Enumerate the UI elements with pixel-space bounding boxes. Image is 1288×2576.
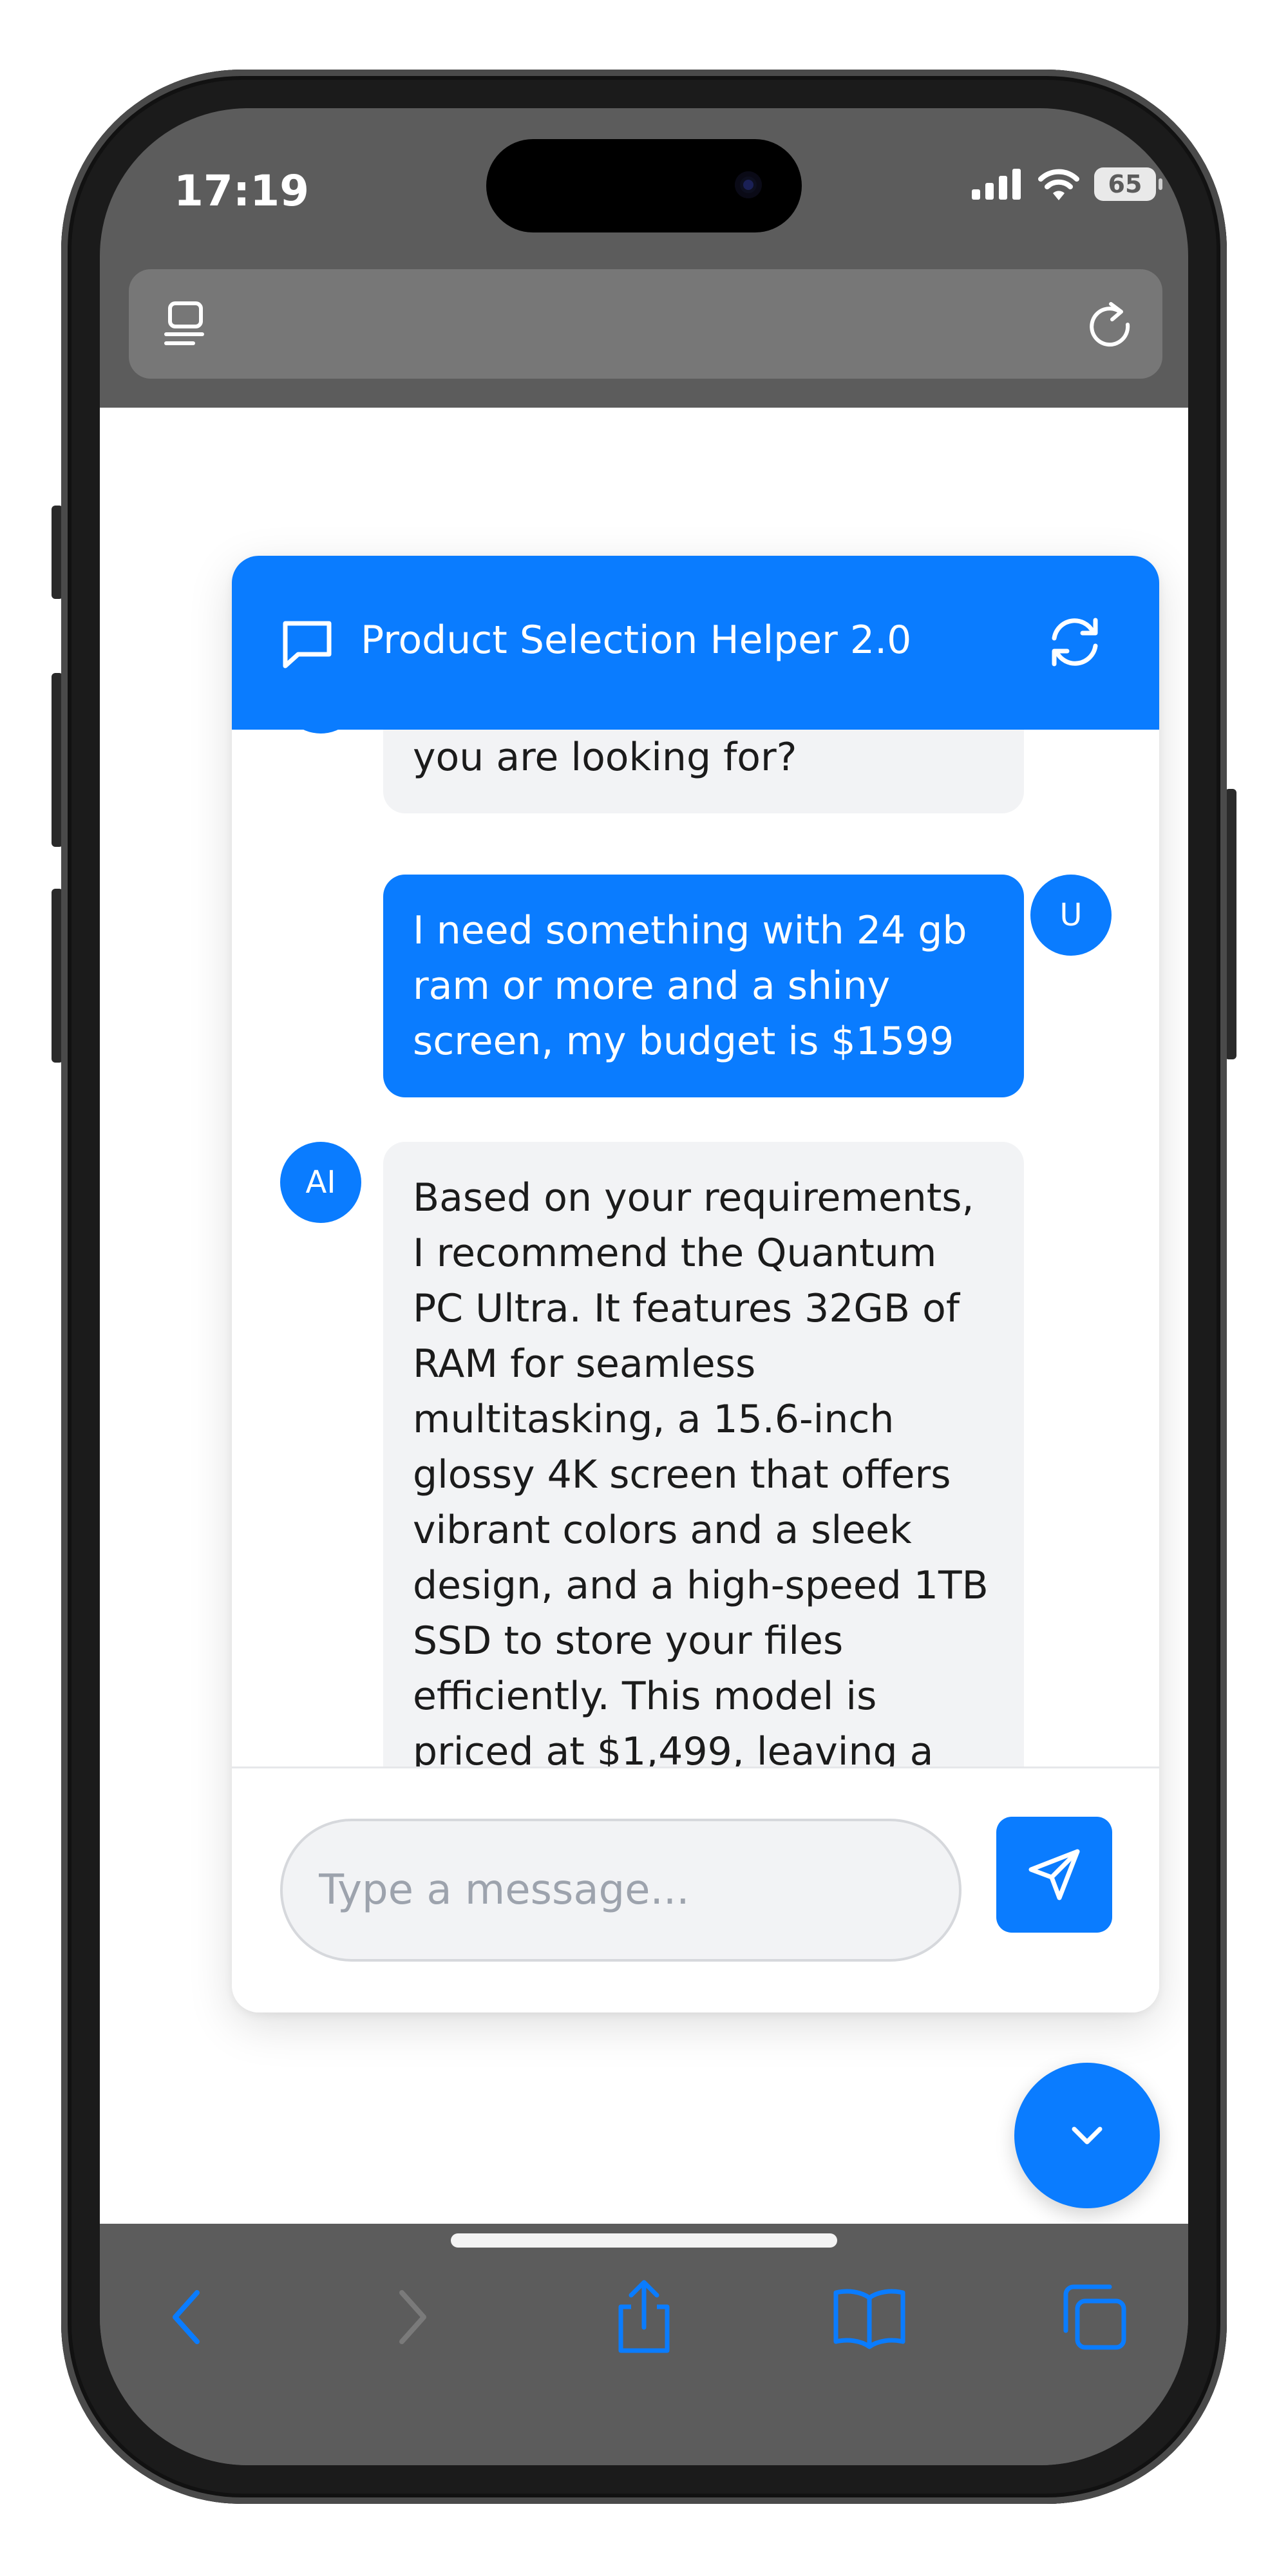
wifi-icon: [1038, 169, 1079, 200]
tabs-icon: [1063, 2284, 1126, 2350]
send-button[interactable]: [996, 1817, 1112, 1933]
chat-composer: [232, 1766, 1159, 2012]
reader-view-icon[interactable]: [161, 298, 213, 352]
message-list[interactable]: AI you are looking for? I need something…: [232, 730, 1159, 1766]
ai-avatar: AI: [280, 1142, 361, 1223]
message-bubble: you are looking for?: [383, 730, 1024, 813]
message-bubble: I need something with 24 gb ram or more …: [383, 875, 1024, 1097]
front-camera: [735, 171, 762, 198]
forward-button[interactable]: [370, 2275, 454, 2359]
message-bubble: Based on your requirements, I recommend …: [383, 1142, 1024, 1766]
back-button[interactable]: [145, 2275, 229, 2359]
cellular-signal-icon: [972, 169, 1021, 200]
browser-toolbar: [100, 2224, 1188, 2465]
message-text: Based on your requirements, I recommend …: [413, 1175, 989, 1766]
bookmarks-icon: [833, 2289, 905, 2349]
status-icons: 65: [972, 167, 1162, 201]
chat-widget: Product Selection Helper 2.0 AI you are …: [232, 556, 1159, 2012]
message-text: I need something with 24 gb ram or more …: [413, 908, 967, 1064]
back-icon: [173, 2290, 200, 2344]
forward-icon: [399, 2290, 426, 2344]
share-button[interactable]: [602, 2275, 686, 2359]
reload-icon[interactable]: [1083, 296, 1137, 353]
web-page: Product Selection Helper 2.0 AI you are …: [100, 408, 1188, 2224]
phone-screen: 17:19 65 Product Selection Helper 2.0 yo…: [100, 108, 1188, 2465]
send-icon: [1028, 1849, 1080, 1900]
address-bar[interactable]: [129, 269, 1162, 379]
battery-icon: 65: [1094, 167, 1162, 201]
home-indicator[interactable]: [451, 2233, 837, 2248]
chat-header: Product Selection Helper 2.0: [232, 556, 1159, 730]
dynamic-island: [486, 139, 802, 232]
bookmarks-button[interactable]: [828, 2275, 911, 2359]
share-icon: [618, 2280, 670, 2353]
refresh-icon[interactable]: [1045, 612, 1104, 674]
chevron-down-icon: [1072, 2126, 1103, 2145]
status-time: 17:19: [174, 166, 310, 216]
ai-avatar: AI: [280, 730, 361, 734]
battery-level: 65: [1108, 170, 1142, 198]
chat-title: Product Selection Helper 2.0: [361, 618, 912, 663]
tabs-button[interactable]: [1053, 2275, 1137, 2359]
message-text: you are looking for?: [413, 735, 797, 780]
chat-bubble-icon: [280, 617, 334, 674]
message-input[interactable]: [280, 1819, 961, 1962]
user-avatar: U: [1030, 875, 1112, 956]
scroll-down-button[interactable]: [1014, 2063, 1160, 2208]
